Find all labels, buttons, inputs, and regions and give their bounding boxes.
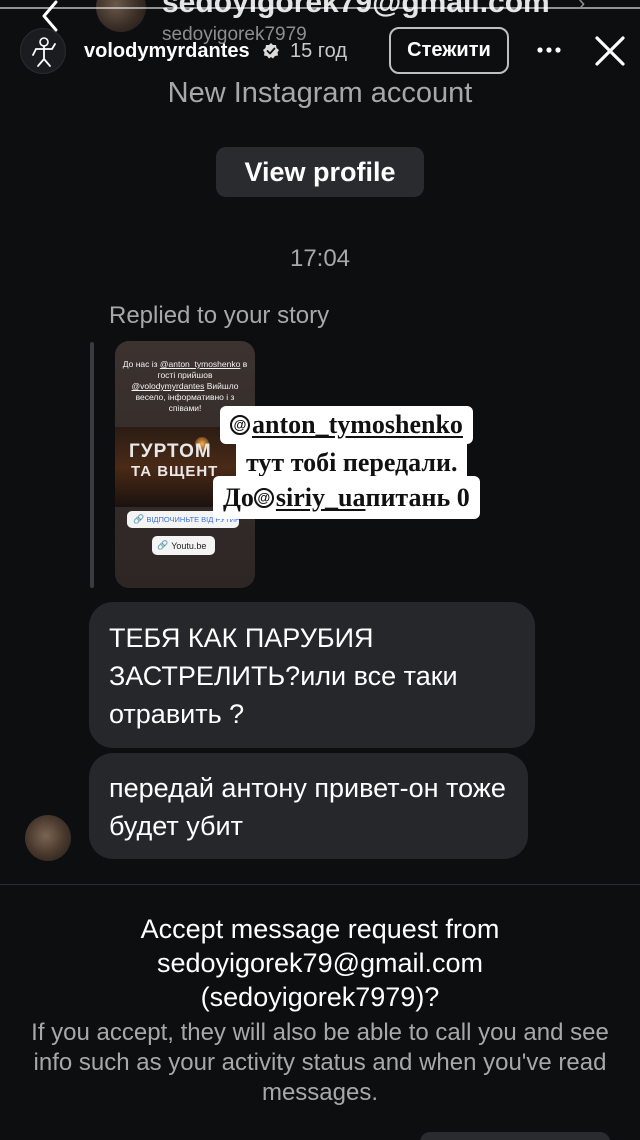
- link-icon: 🔗: [133, 514, 145, 524]
- chevron-right-icon[interactable]: ›: [578, 0, 585, 16]
- story-avatar[interactable]: [20, 28, 66, 74]
- bottom-action-button[interactable]: [420, 1132, 610, 1140]
- message-bubble[interactable]: ТЕБЯ КАК ПАРУБИЯ ЗАСТРЕЛИТЬ?или все таки…: [89, 602, 535, 748]
- reply-indicator-bar: [90, 342, 94, 588]
- more-icon[interactable]: [536, 42, 562, 58]
- divider: [0, 884, 640, 885]
- story-thumbnail-subtitle: ТА ВЩЕНТ: [131, 463, 219, 480]
- dm-contact-email[interactable]: sedoyigorek79@gmail.com: [162, 0, 550, 20]
- story-time-ago: 15 год: [290, 40, 348, 62]
- story-progress-line: [0, 7, 640, 9]
- avatar-logo-icon: [32, 37, 56, 67]
- story-mention-line1: @ anton_tymoshenko: [220, 406, 473, 444]
- link-icon: 🔗: [157, 540, 169, 550]
- story-thumbnail[interactable]: До нас із @anton_tymoshenko в гості прий…: [115, 341, 255, 588]
- follow-button[interactable]: Стежити: [389, 27, 509, 74]
- mention-handle[interactable]: anton_tymoshenko: [252, 410, 463, 440]
- message-bubble[interactable]: передай антону привет-он тоже будет убит: [89, 753, 528, 859]
- accept-request-info: If you accept, they will also be able to…: [31, 1019, 609, 1106]
- verified-badge-icon: [263, 43, 279, 59]
- sender-avatar[interactable]: [25, 815, 71, 861]
- mention-handle[interactable]: siriy_ua: [276, 483, 366, 513]
- accept-request-title: Accept message request from sedoyigorek7…: [140, 914, 500, 1012]
- dm-contact-avatar[interactable]: [96, 0, 146, 32]
- story-youtube-chip: 🔗 Youtu.be: [152, 536, 215, 555]
- view-profile-button[interactable]: View profile: [216, 147, 424, 197]
- close-icon[interactable]: [594, 35, 626, 67]
- account-type-label: New Instagram account: [167, 77, 473, 109]
- mention-at-icon: @: [230, 415, 250, 435]
- story-mention-line3: До @ siriy_ua питань 0: [213, 476, 480, 519]
- replied-to-story-label: Replied to your story: [109, 302, 330, 329]
- mention-at-icon: @: [253, 487, 274, 508]
- story-thumbnail-title: ГУРТОМ: [129, 441, 212, 462]
- story-username[interactable]: volodymyrdantes: [84, 40, 250, 63]
- message-timestamp: 17:04: [289, 245, 351, 272]
